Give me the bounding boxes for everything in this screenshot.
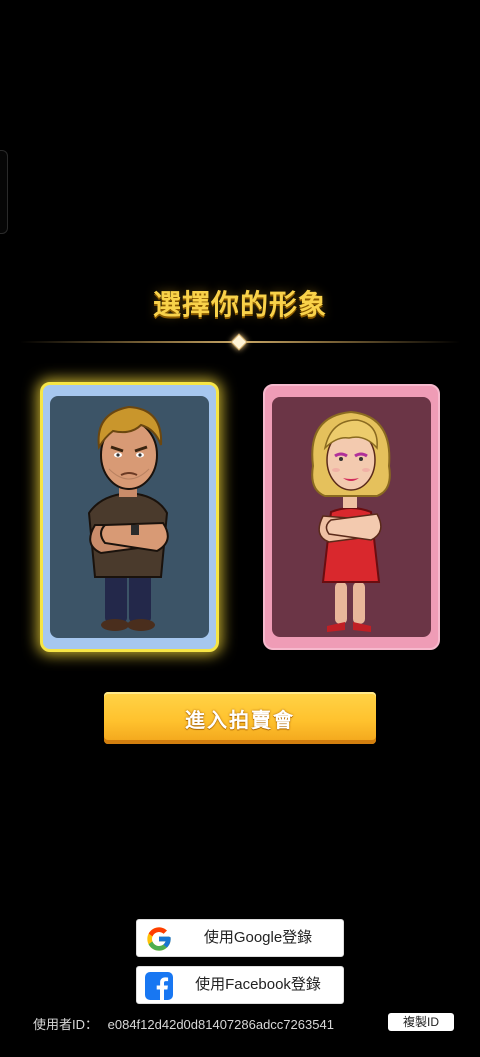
- facebook-icon: [145, 972, 173, 1000]
- google-login-button[interactable]: 使用Google登錄: [136, 919, 344, 957]
- user-id-value: e084f12d42d0d81407286adcc7263541: [107, 1017, 334, 1032]
- female-character-illustration: [311, 410, 391, 632]
- character-card-male[interactable]: [40, 382, 219, 652]
- side-drawer-tab[interactable]: [0, 150, 8, 234]
- user-id-label: 使用者ID：: [33, 1017, 99, 1032]
- google-icon: [147, 927, 171, 951]
- page-title: 選擇你的形象: [152, 288, 327, 321]
- enter-auction-button[interactable]: 進入拍賣會: [104, 692, 376, 744]
- diamond-ornament-icon: [230, 333, 248, 351]
- copy-id-button[interactable]: 複製ID: [388, 1013, 454, 1031]
- facebook-login-label: 使用Facebook登錄: [195, 976, 321, 993]
- facebook-login-button[interactable]: 使用Facebook登錄: [136, 966, 344, 1004]
- male-character-illustration: [87, 405, 169, 631]
- character-card-female[interactable]: [263, 384, 440, 650]
- google-login-label: 使用Google登錄: [203, 929, 313, 946]
- user-id-line: 使用者ID： e084f12d42d0d81407286adcc7263541: [33, 1014, 334, 1033]
